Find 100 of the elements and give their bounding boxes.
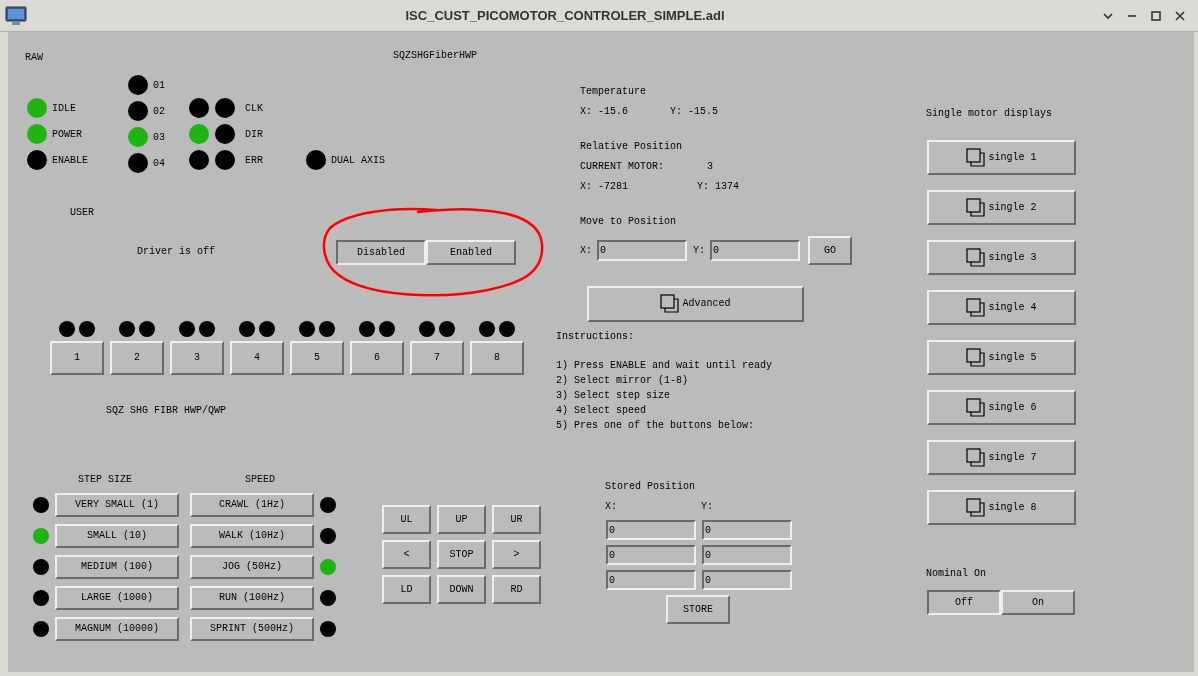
jog-button[interactable]: STOP: [437, 540, 486, 569]
led-label: 04: [153, 156, 165, 171]
windows-icon: [966, 297, 987, 318]
section-heading: Temperature: [580, 87, 646, 97]
led-label: ERR: [245, 153, 263, 168]
jog-button[interactable]: DOWN: [437, 575, 486, 604]
section-heading: Nominal On: [926, 569, 986, 579]
section-heading: Stored Position: [605, 482, 695, 492]
led-label: DUAL AXIS: [331, 153, 385, 168]
input-field[interactable]: 0: [702, 520, 792, 540]
instruction-step: 2) Select mirror (1-8): [556, 376, 773, 386]
input-field[interactable]: 0: [710, 240, 801, 261]
raw-label: RAW: [25, 53, 43, 63]
single-display-button[interactable]: single 3: [927, 240, 1076, 275]
input-field[interactable]: 0: [702, 570, 792, 590]
input-field[interactable]: 0: [702, 545, 792, 565]
toggle-button[interactable]: On: [1001, 590, 1075, 615]
instruction-step: 5) Pres one of the buttons below:: [556, 421, 773, 431]
led-label: POWER: [52, 127, 82, 142]
step-size-button[interactable]: VERY SMALL (1): [55, 493, 179, 517]
led-label: 03: [153, 130, 165, 145]
position-reading: Y: 1374: [697, 182, 739, 192]
motor-button[interactable]: 3: [170, 341, 224, 375]
speed-button[interactable]: WALK (10Hz): [190, 524, 314, 548]
jog-button[interactable]: UL: [382, 505, 431, 534]
device-label: SQZSHGFiberHWP: [393, 51, 477, 61]
temperature-reading: X: -15.6: [580, 107, 628, 117]
single-display-button[interactable]: single 1: [927, 140, 1076, 175]
field-label: Y:: [693, 244, 706, 258]
motor-value: 3: [707, 162, 713, 172]
windows-icon: [966, 197, 987, 218]
led-label: 01: [153, 78, 165, 93]
toggle-button[interactable]: Off: [927, 590, 1001, 615]
windows-icon: [966, 147, 987, 168]
jog-button[interactable]: <: [382, 540, 431, 569]
store-button[interactable]: STORE: [666, 595, 730, 624]
led-label: 02: [153, 104, 165, 119]
jog-button[interactable]: RD: [492, 575, 541, 604]
single-display-button[interactable]: single 2: [927, 190, 1076, 225]
single-display-button[interactable]: single 4: [927, 290, 1076, 325]
single-display-button[interactable]: single 8: [927, 490, 1076, 525]
instruction-step: 3) Select step size: [556, 391, 773, 401]
column-heading: SPEED: [245, 475, 275, 485]
motor-button[interactable]: 6: [350, 341, 404, 375]
input-field[interactable]: 0: [606, 520, 696, 540]
go-button[interactable]: GO: [808, 236, 853, 265]
window-title: ISC_CUST_PICOMOTOR_CONTROLER_SIMPLE.adl: [404, 6, 726, 25]
instruction-step: 4) Select speed: [556, 406, 773, 416]
position-reading: X: -7281: [580, 182, 628, 192]
temperature-reading: Y: -15.5: [670, 107, 718, 117]
step-size-button[interactable]: SMALL (10): [55, 524, 179, 548]
close-icon[interactable]: [1174, 9, 1186, 22]
motor-button[interactable]: 2: [110, 341, 164, 375]
motor-button[interactable]: 5: [290, 341, 344, 375]
windows-icon: [966, 497, 987, 518]
single-display-button[interactable]: single 5: [927, 340, 1076, 375]
speed-button[interactable]: CRAWL (1Hz): [190, 493, 314, 517]
group-label: SQZ SHG FIBR HWP/QWP: [106, 406, 227, 416]
jog-button[interactable]: UR: [492, 505, 541, 534]
speed-button[interactable]: JOG (50Hz): [190, 555, 314, 579]
step-size-button[interactable]: MAGNUM (10000): [55, 617, 179, 641]
single-display-button[interactable]: single 6: [927, 390, 1076, 425]
user-label: USER: [70, 208, 94, 218]
step-size-button[interactable]: MEDIUM (100): [55, 555, 179, 579]
instruction-step: 1) Press ENABLE and wait until ready: [556, 361, 773, 371]
led-label: ENABLE: [52, 153, 88, 168]
windows-icon: [966, 347, 987, 368]
driver-status: Driver is off: [137, 247, 215, 257]
motor-button[interactable]: 8: [470, 341, 524, 375]
motor-button[interactable]: 1: [50, 341, 104, 375]
speed-button[interactable]: RUN (100Hz): [190, 586, 314, 610]
toggle-button[interactable]: Disabled: [336, 240, 426, 265]
single-display-button[interactable]: single 7: [927, 440, 1076, 475]
column-heading: STEP SIZE: [78, 475, 132, 485]
led-label: IDLE: [52, 101, 76, 116]
input-field[interactable]: 0: [597, 240, 687, 261]
jog-button[interactable]: >: [492, 540, 541, 569]
section-heading: Move to Position: [580, 217, 676, 227]
advanced-button[interactable]: Advanced: [587, 286, 804, 322]
motor-button[interactable]: 7: [410, 341, 464, 375]
speed-button[interactable]: SPRINT (500Hz): [190, 617, 314, 641]
windows-icon: [966, 397, 987, 418]
motor-button[interactable]: 4: [230, 341, 284, 375]
motor-label: CURRENT MOTOR:: [580, 162, 664, 172]
section-heading: Single motor displays: [926, 109, 1053, 119]
windows-icon: [966, 247, 987, 268]
led-label: CLK: [245, 101, 263, 116]
toggle-button[interactable]: Enabled: [426, 240, 516, 265]
input-field[interactable]: 0: [606, 570, 696, 590]
input-field[interactable]: 0: [606, 545, 696, 565]
section-heading: Relative Position: [580, 142, 683, 152]
windows-icon: [966, 447, 987, 468]
field-label: X:: [605, 502, 617, 512]
monitor-icon: [4, 4, 28, 27]
jog-button[interactable]: LD: [382, 575, 431, 604]
jog-button[interactable]: UP: [437, 505, 486, 534]
maximize-icon[interactable]: [1150, 9, 1162, 22]
step-size-button[interactable]: LARGE (1000): [55, 586, 179, 610]
led-label: DIR: [245, 127, 263, 142]
section-heading: Instructions:: [556, 332, 634, 342]
